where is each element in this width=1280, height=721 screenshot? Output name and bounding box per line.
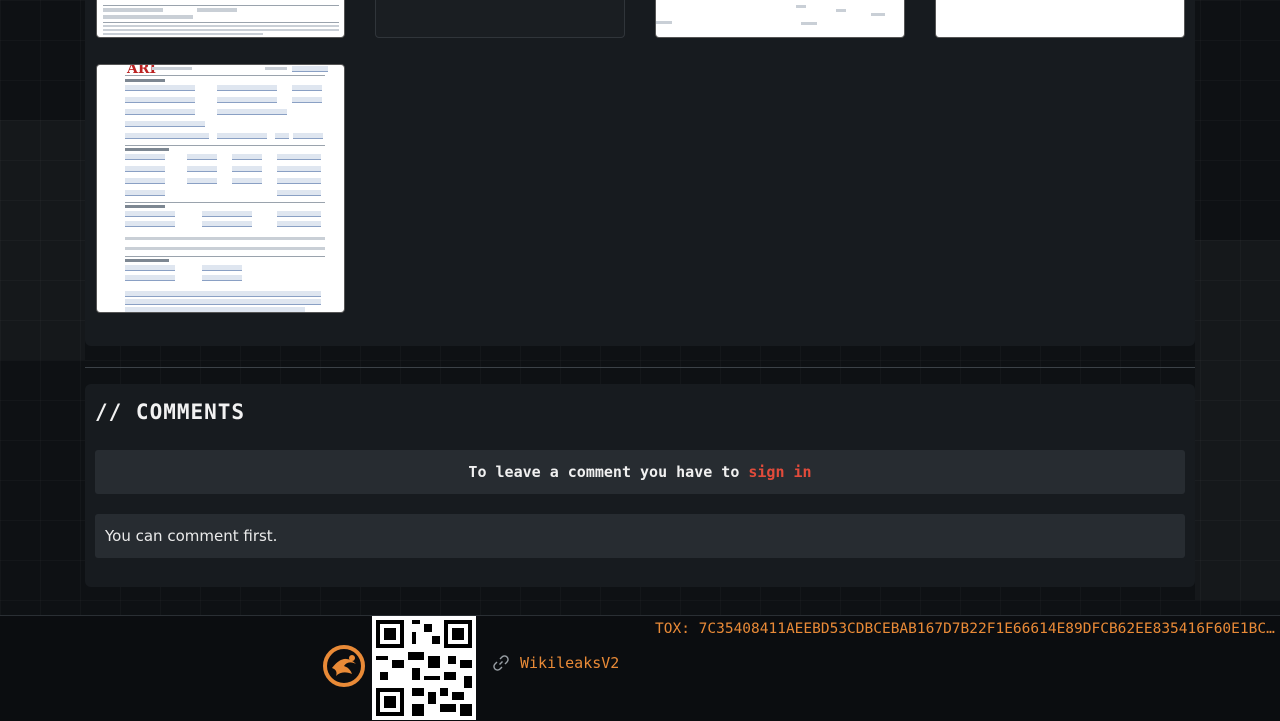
signin-prompt: To leave a comment you have to sign in [95,450,1185,494]
comments-title: // COMMENTS [95,400,246,424]
phoenix-logo-icon[interactable] [322,644,366,688]
qr-code-icon [372,616,476,720]
attachment-thumbnail[interactable] [375,0,625,38]
attachment-thumbnail[interactable] [655,0,905,38]
signin-prompt-text: To leave a comment you have to [468,463,740,481]
comments-section: // COMMENTS To leave a comment you have … [85,384,1195,587]
attachment-thumbnail[interactable] [935,0,1185,38]
attachment-thumbnail[interactable]: ARI [96,64,345,313]
signin-link[interactable]: sign in [748,463,811,481]
empty-comments-text: You can comment first. [105,527,278,545]
background-decoration [0,120,85,360]
site-footer: WikileaksV2 TOX: 7C35408411AEEBD53CDBCEB… [0,615,1280,721]
empty-comments-message: You can comment first. [95,514,1185,558]
section-divider [85,367,1195,368]
tox-id: TOX: 7C35408411AEEBD53CDBCEBAB167D7B22F1… [655,621,1275,637]
attachments-panel: ARI [85,0,1195,346]
wikileaks-link[interactable]: WikileaksV2 [492,654,619,672]
attachment-thumbnail[interactable] [96,0,345,38]
wikileaks-link-label: WikileaksV2 [520,654,620,672]
background-decoration [1195,240,1280,600]
link-icon [493,655,509,671]
